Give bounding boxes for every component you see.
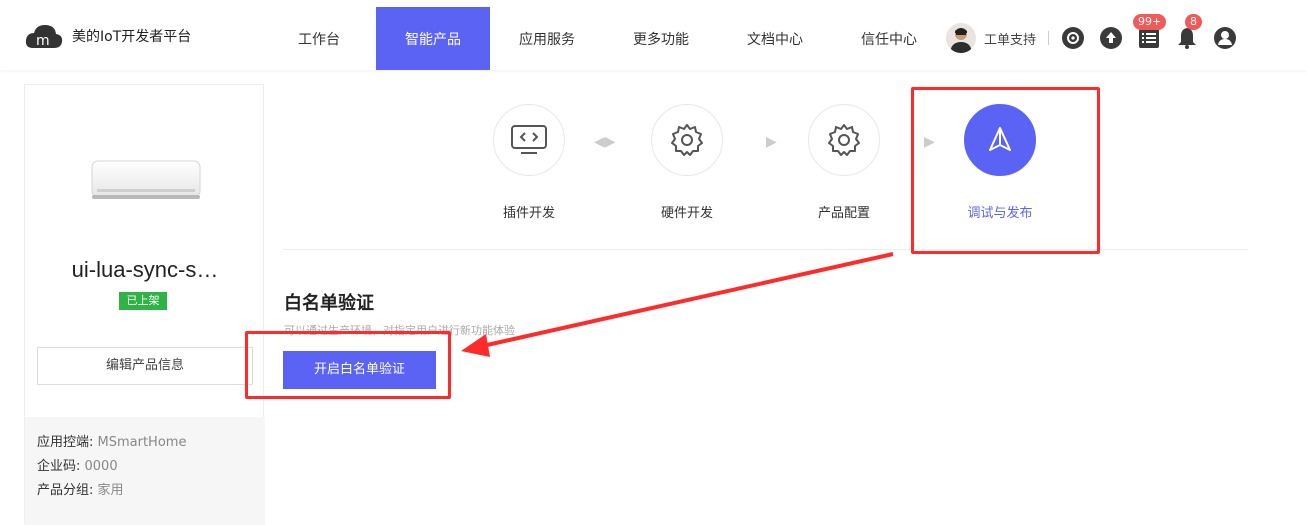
annotation-arrow <box>461 252 894 357</box>
